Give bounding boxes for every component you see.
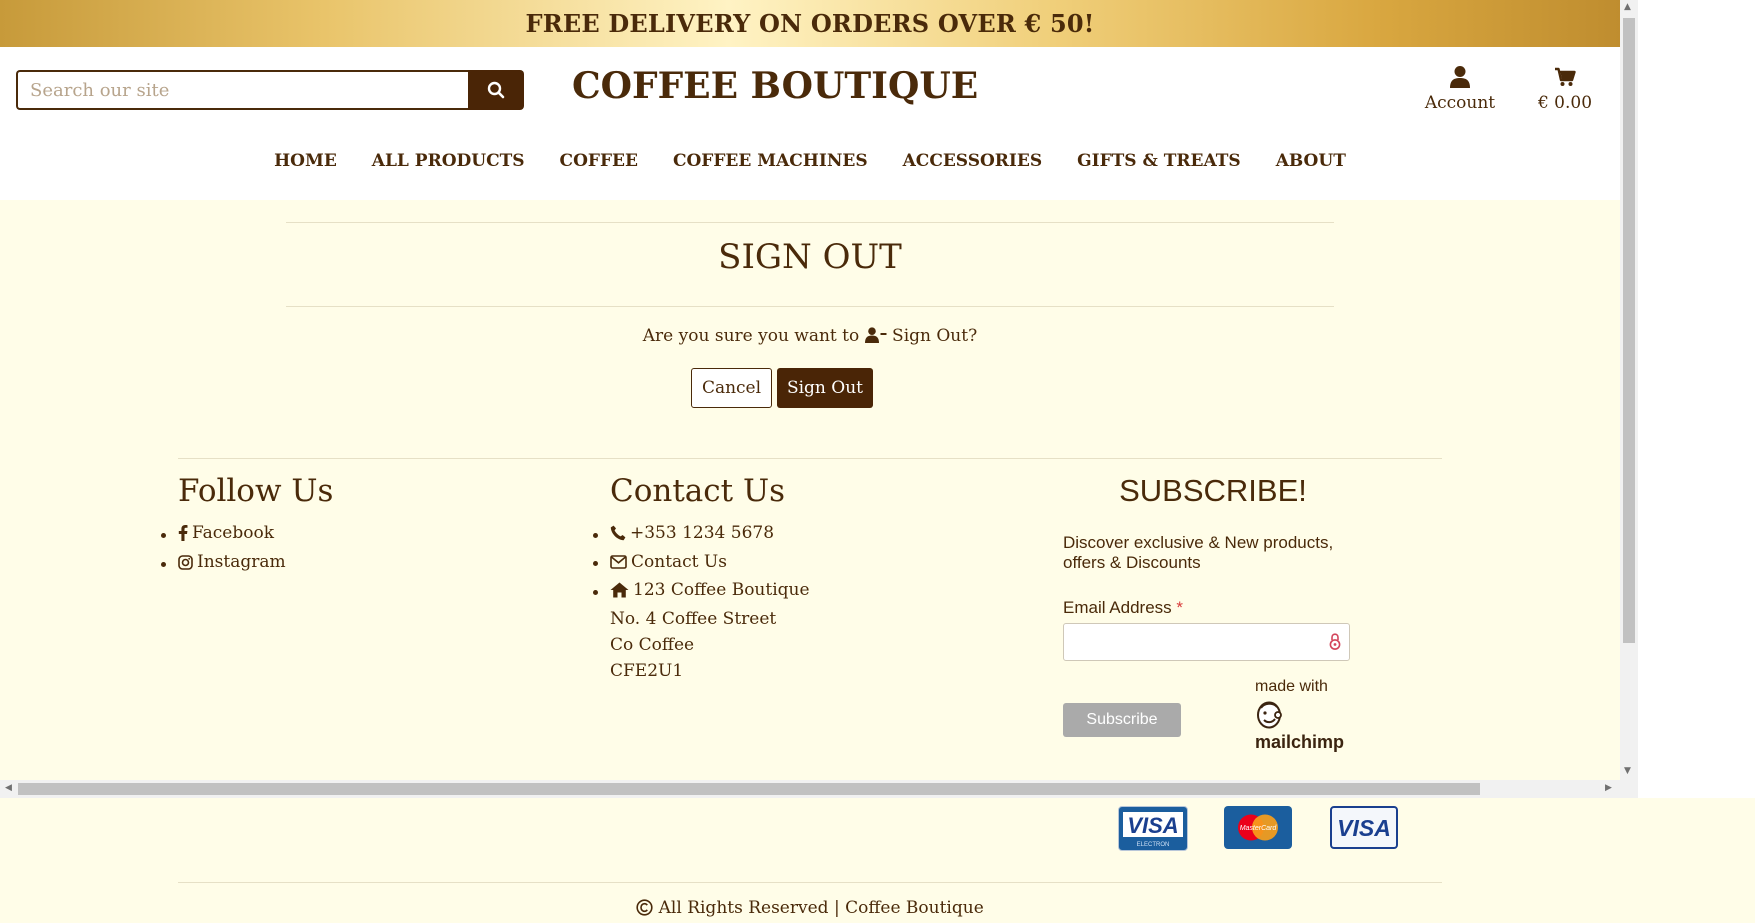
scroll-left-icon[interactable]: ◀: [5, 783, 12, 793]
site-header: COFFEE BOUTIQUE Account € 0.00 HOME ALL …: [0, 47, 1620, 200]
subscribe-heading: SUBSCRIBE!: [1119, 473, 1307, 508]
facebook-icon: [178, 525, 188, 541]
email-label: Email Address *: [1063, 598, 1183, 618]
mailchimp-logo-icon: [1257, 701, 1282, 729]
nav-coffee-machines[interactable]: COFFEE MACHINES: [673, 151, 868, 171]
list-item: 123 Coffee Boutique No. 4 Coffee Street …: [610, 577, 810, 684]
copyright: All Rights Reserved | Coffee Boutique: [0, 898, 1620, 918]
cancel-button[interactable]: Cancel: [691, 368, 772, 408]
footer-bottom: VISA ELECTRON MasterCard VISA All Rights…: [0, 798, 1755, 923]
cart-link[interactable]: € 0.00: [1530, 63, 1600, 113]
account-label: Account: [1424, 93, 1496, 113]
visa-card-icon: VISA: [1330, 806, 1398, 849]
scroll-up-icon[interactable]: ▲: [1624, 2, 1631, 12]
phone-number: +353 1234 5678: [630, 523, 775, 543]
envelope-icon: [610, 555, 627, 569]
list-item: Facebook: [178, 520, 286, 549]
promo-text: FREE DELIVERY ON ORDERS OVER € 50!: [525, 9, 1095, 38]
copyright-icon: [636, 899, 653, 916]
visa-electron-brand: VISA: [1127, 813, 1178, 838]
nav-coffee[interactable]: COFFEE: [560, 151, 638, 171]
address-line-2: No. 4 Coffee Street: [610, 609, 777, 629]
mailchimp-brand: mailchimp: [1255, 732, 1345, 752]
confirm-prefix: Are you sure you want to: [642, 326, 860, 346]
address-text-1: 123 Coffee Boutique: [633, 580, 810, 600]
visa-brand: VISA: [1337, 815, 1391, 841]
follow-list: Facebook Instagram: [160, 520, 286, 578]
footer-divider: [178, 458, 1442, 459]
cart-total: € 0.00: [1537, 93, 1593, 113]
nav-about[interactable]: ABOUT: [1276, 151, 1346, 171]
contact-heading: Contact Us: [610, 473, 785, 509]
facebook-label: Facebook: [192, 523, 275, 543]
required-mark: *: [1176, 598, 1184, 617]
instagram-icon: [178, 554, 193, 570]
nav-home[interactable]: HOME: [274, 151, 337, 171]
list-item: Instagram: [178, 549, 286, 578]
horizontal-scrollbar[interactable]: ◀ ▶: [0, 780, 1638, 798]
main-nav: HOME ALL PRODUCTS COFFEE COFFEE MACHINES…: [0, 151, 1620, 171]
main-content: SIGN OUT Are you sure you want to Sign O…: [0, 200, 1620, 780]
confirm-suffix: Sign Out?: [892, 326, 978, 346]
divider: [286, 222, 1334, 223]
home-icon: [610, 582, 629, 598]
email-field[interactable]: [1063, 623, 1350, 661]
nav-gifts-treats[interactable]: GIFTS & TREATS: [1077, 151, 1241, 171]
visa-electron-sub: ELECTRON: [1137, 842, 1170, 848]
divider: [286, 306, 1334, 307]
horizontal-scroll-thumb[interactable]: [18, 783, 1480, 795]
account-link[interactable]: Account: [1420, 63, 1500, 113]
contact-us-label: Contact Us: [631, 552, 727, 572]
page-title: SIGN OUT: [718, 237, 902, 277]
search-input[interactable]: [16, 70, 468, 110]
phone-icon: [610, 525, 626, 541]
search-button[interactable]: [468, 70, 524, 110]
follow-heading: Follow Us: [178, 473, 334, 509]
sign-out-button[interactable]: Sign Out: [777, 368, 873, 408]
mastercard-brand: MasterCard: [1240, 825, 1278, 832]
contact-us-link[interactable]: Contact Us: [610, 549, 727, 575]
phone-line: +353 1234 5678: [610, 520, 774, 546]
nav-accessories[interactable]: ACCESSORIES: [903, 151, 1043, 171]
facebook-link[interactable]: Facebook: [178, 520, 274, 546]
made-with-text: made with: [1255, 678, 1328, 695]
nav-all-products[interactable]: ALL PRODUCTS: [372, 151, 525, 171]
vertical-scroll-thumb[interactable]: [1623, 18, 1635, 643]
address-line-1: 123 Coffee Boutique: [610, 577, 810, 603]
contact-list: +353 1234 5678 Contact Us 123 Coffee Bou…: [592, 520, 810, 684]
search-icon: [487, 81, 505, 99]
mastercard-icon: MasterCard: [1224, 806, 1292, 849]
subscribe-description: Discover exclusive & New products, offer…: [1063, 533, 1334, 572]
signout-confirm-text: Are you sure you want to Sign Out?: [0, 326, 1620, 346]
subscribe-button[interactable]: Subscribe: [1063, 703, 1181, 737]
address-line-3: Co Coffee: [610, 635, 695, 655]
scroll-right-icon[interactable]: ▶: [1605, 783, 1612, 793]
copyright-text: All Rights Reserved | Coffee Boutique: [658, 898, 984, 918]
address-line-4: CFE2U1: [610, 661, 684, 681]
cart-icon: [1555, 67, 1576, 86]
instagram-link[interactable]: Instagram: [178, 549, 286, 575]
email-label-text: Email Address: [1063, 598, 1172, 617]
password-manager-icon[interactable]: [1329, 633, 1341, 651]
site-logo[interactable]: COFFEE BOUTIQUE: [572, 65, 978, 107]
footer-divider: [178, 882, 1442, 883]
instagram-label: Instagram: [197, 552, 286, 572]
list-item: Contact Us: [610, 549, 810, 577]
vertical-scrollbar[interactable]: ▲ ▼: [1620, 0, 1638, 780]
promo-banner: FREE DELIVERY ON ORDERS OVER € 50!: [0, 0, 1620, 47]
user-icon: [1450, 66, 1470, 88]
scroll-down-icon[interactable]: ▼: [1624, 766, 1631, 776]
visa-electron-card-icon: VISA ELECTRON: [1118, 806, 1188, 851]
list-item: +353 1234 5678: [610, 520, 810, 549]
user-minus-icon: [864, 327, 887, 343]
